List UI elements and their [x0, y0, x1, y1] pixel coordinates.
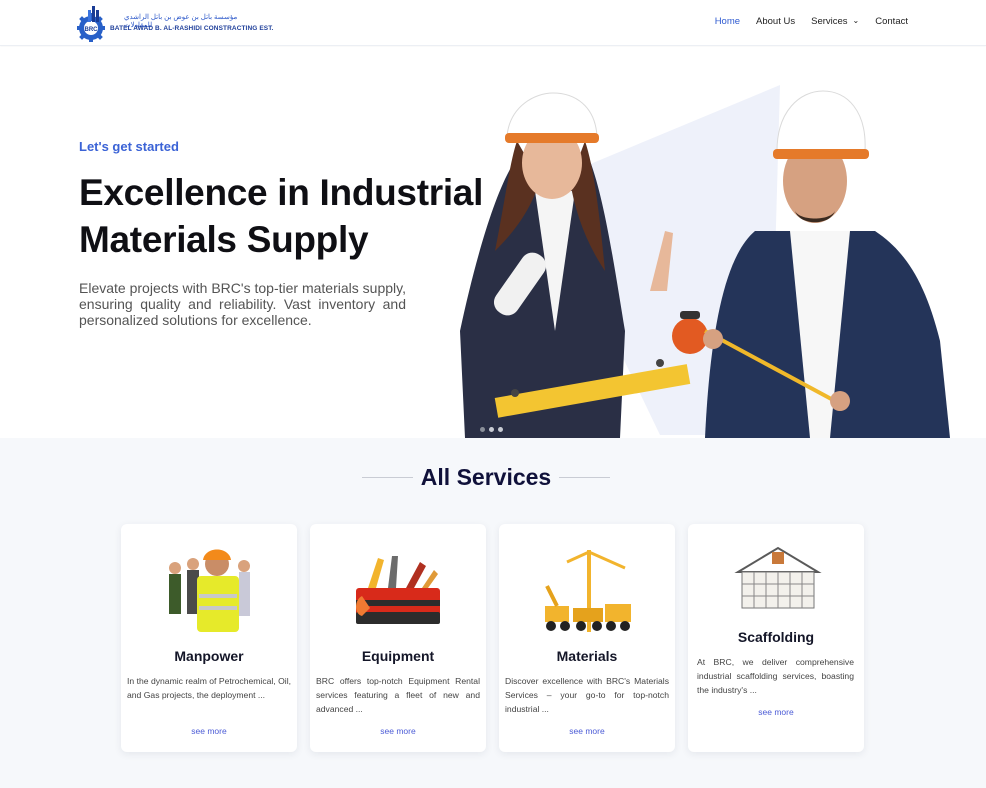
slider-dot[interactable]	[498, 427, 503, 432]
service-card-text: BRC offers top-notch Equipment Rental se…	[316, 676, 480, 714]
logo-english-text: BATEL AWAD B. AL-RASHIDI CONSTRACTING ES…	[110, 25, 274, 32]
hero-eyebrow: Let's get started	[79, 139, 179, 154]
see-more-link[interactable]: see more	[688, 707, 864, 717]
nav-about-label: About Us	[756, 16, 796, 27]
services-section: All Services Manpower In the dynamic rea…	[0, 438, 986, 788]
logo-gear-icon: BRC	[77, 6, 105, 42]
nav-contact[interactable]: Contact	[875, 16, 908, 27]
slider-dot[interactable]	[489, 427, 494, 432]
service-card-text: At BRC, we deliver comprehensive industr…	[697, 657, 854, 695]
service-card-title: Manpower	[174, 648, 244, 664]
service-card-text: Discover excellence with BRC's Materials…	[505, 676, 669, 714]
service-card-equipment[interactable]: Equipment BRC offers top-notch Equipment…	[310, 524, 486, 752]
service-card-materials[interactable]: Materials Discover excellence with BRC's…	[499, 524, 675, 752]
slider-dot[interactable]	[480, 427, 485, 432]
heading-divider-left	[362, 476, 413, 478]
nav-services[interactable]: Services ⌄	[811, 16, 859, 27]
two-engineers-hardhats-photo	[460, 90, 950, 438]
hero-section: Let's get started Excellence in Industri…	[0, 47, 986, 438]
main-nav: Home About Us Services ⌄ Contact	[715, 16, 908, 27]
nav-services-label: Services	[811, 16, 848, 27]
construction-machinery-image	[545, 550, 631, 632]
nav-contact-label: Contact	[875, 16, 908, 27]
service-card-text: In the dynamic realm of Petrochemical, O…	[127, 676, 291, 700]
service-card-manpower[interactable]: Manpower In the dynamic realm of Petroch…	[121, 524, 297, 752]
services-title: All Services	[420, 463, 552, 490]
scaffolding-house-image	[734, 546, 822, 609]
see-more-link[interactable]: see more	[310, 726, 486, 736]
heading-divider-right	[559, 476, 611, 478]
logo-badge: BRC	[85, 27, 99, 33]
service-card-scaffolding[interactable]: Scaffolding At BRC, we deliver comprehen…	[688, 524, 864, 752]
service-card-title: Equipment	[361, 648, 435, 664]
brand-logo[interactable]: BRC مؤسسة باتل بن عوض بن باتل الراشدي لل…	[77, 4, 273, 42]
workers-group-image	[169, 549, 250, 632]
hero-title: Excellence in Industrial Materials Suppl…	[79, 172, 484, 260]
nav-home-label: Home	[714, 16, 741, 27]
hero-slider-dots	[480, 427, 503, 432]
nav-home[interactable]: Home	[715, 16, 740, 27]
chevron-down-icon: ⌄	[852, 16, 860, 25]
site-header: BRC مؤسسة باتل بن عوض بن باتل الراشدي لل…	[0, 0, 986, 46]
see-more-link[interactable]: see more	[499, 726, 675, 736]
see-more-link[interactable]: see more	[121, 726, 297, 736]
nav-about[interactable]: About Us	[756, 16, 795, 27]
service-card-title: Scaffolding	[737, 629, 815, 645]
hero-description: Elevate projects with BRC's top-tier mat…	[79, 280, 406, 328]
toolbox-image	[356, 556, 440, 624]
service-card-title: Materials	[556, 648, 618, 664]
services-heading: All Services	[362, 463, 611, 491]
